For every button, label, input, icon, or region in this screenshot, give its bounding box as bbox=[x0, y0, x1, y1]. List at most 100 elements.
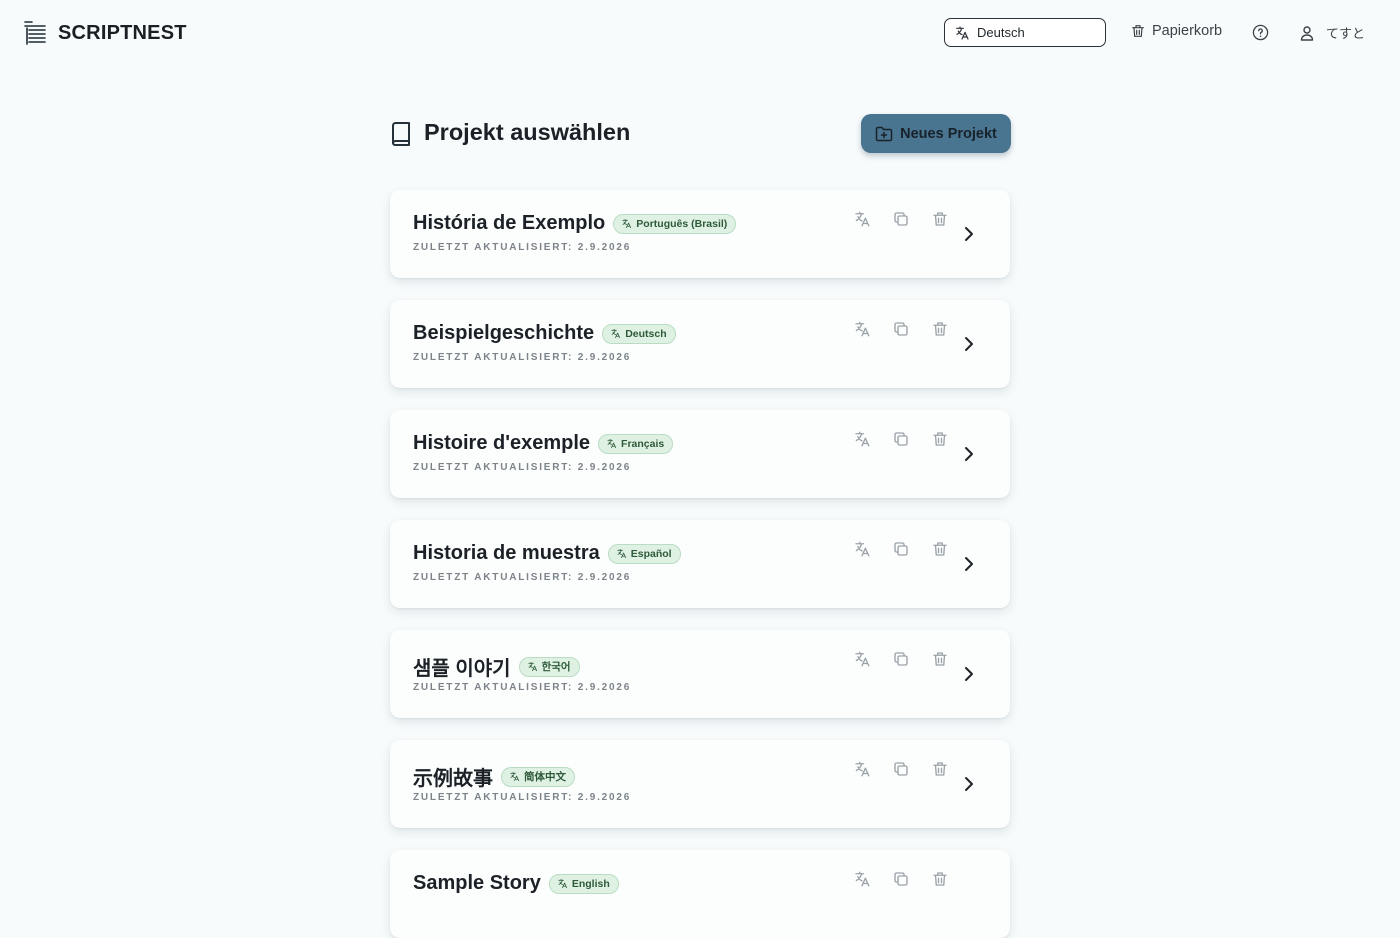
translate-icon bbox=[853, 650, 871, 668]
chevron-right-icon[interactable] bbox=[962, 336, 976, 352]
trash-button[interactable]: Papierkorb bbox=[1130, 22, 1222, 40]
new-project-button[interactable]: Neues Projekt bbox=[861, 114, 1011, 153]
chevron-right-icon[interactable] bbox=[962, 666, 976, 682]
copy-icon bbox=[892, 430, 910, 448]
trash-icon bbox=[931, 430, 949, 448]
translate-icon bbox=[853, 430, 871, 448]
translate-icon bbox=[853, 320, 871, 338]
help-circle-icon[interactable] bbox=[1252, 24, 1269, 41]
translate-icon bbox=[557, 878, 568, 889]
copy-icon bbox=[892, 870, 910, 888]
last-updated: ZULETZT AKTUALISIERT: 2.9.2026 bbox=[413, 792, 632, 803]
project-card[interactable]: Historia de muestra Español ZULETZT AKTU… bbox=[390, 520, 1010, 608]
language-badge-label: Français bbox=[621, 437, 665, 450]
last-updated: ZULETZT AKTUALISIERT: 2.9.2026 bbox=[413, 572, 632, 583]
project-card[interactable]: Histoire d'exemple Français ZULETZT AKTU… bbox=[390, 410, 1010, 498]
last-updated: ZULETZT AKTUALISIERT: 2.9.2026 bbox=[413, 682, 632, 693]
new-project-label: Neues Projekt bbox=[900, 125, 997, 142]
translate-icon bbox=[606, 438, 617, 449]
language-badge-label: 한국어 bbox=[541, 661, 571, 673]
user-name: てすと bbox=[1326, 26, 1366, 41]
delete-project-button[interactable] bbox=[931, 650, 949, 668]
delete-project-button[interactable] bbox=[931, 320, 949, 338]
last-updated: ZULETZT AKTUALISIERT: 2.9.2026 bbox=[413, 242, 632, 253]
delete-project-button[interactable] bbox=[931, 210, 949, 228]
duplicate-project-button[interactable] bbox=[892, 870, 910, 888]
chevron-right-icon[interactable] bbox=[962, 556, 976, 572]
duplicate-project-button[interactable] bbox=[892, 320, 910, 338]
translate-icon bbox=[616, 548, 627, 559]
language-badge: English bbox=[548, 873, 619, 894]
project-card[interactable]: Beispielgeschichte Deutsch ZULETZT AKTUA… bbox=[390, 300, 1010, 388]
trash-label: Papierkorb bbox=[1152, 23, 1223, 39]
language-badge-label: English bbox=[571, 877, 610, 890]
project-title: Historia de muestra bbox=[413, 542, 600, 564]
trash-icon bbox=[1130, 22, 1146, 40]
copy-icon bbox=[892, 760, 910, 778]
project-title: Histoire d'exemple bbox=[413, 432, 591, 454]
translate-icon bbox=[621, 218, 632, 229]
app-logo[interactable]: SCRIPTNEST bbox=[24, 20, 187, 46]
title-row: Projekt auswählen Neues Projekt bbox=[390, 114, 1011, 154]
last-updated: ZULETZT AKTUALISIERT: 2.9.2026 bbox=[413, 352, 632, 363]
chevron-right-icon[interactable] bbox=[962, 446, 976, 462]
trash-icon bbox=[931, 540, 949, 558]
duplicate-project-button[interactable] bbox=[892, 430, 910, 448]
translate-project-button[interactable] bbox=[853, 760, 871, 778]
language-badge-label: Deutsch bbox=[625, 327, 667, 340]
project-title: Sample Story bbox=[413, 872, 541, 894]
trash-icon bbox=[931, 870, 949, 888]
project-card[interactable]: 샘플 이야기 한국어 ZULETZT AKTUALISIERT: 2.9.202… bbox=[390, 630, 1010, 718]
copy-icon bbox=[892, 540, 910, 558]
language-badge: 简体中文 bbox=[501, 766, 575, 787]
language-select-value: Deutsch bbox=[977, 25, 1025, 40]
translate-project-button[interactable] bbox=[853, 210, 871, 228]
translate-icon bbox=[610, 328, 621, 339]
duplicate-project-button[interactable] bbox=[892, 210, 910, 228]
project-title: 샘플 이야기 bbox=[413, 658, 511, 680]
language-badge: Español bbox=[607, 543, 681, 564]
chevron-right-icon[interactable] bbox=[962, 776, 976, 792]
project-title: Beispielgeschichte bbox=[413, 322, 595, 344]
chevron-right-icon[interactable] bbox=[962, 226, 976, 242]
project-card[interactable]: Sample Story English bbox=[390, 850, 1010, 938]
delete-project-button[interactable] bbox=[931, 870, 949, 888]
translate-project-button[interactable] bbox=[853, 320, 871, 338]
translate-icon bbox=[527, 661, 538, 672]
language-badge: 한국어 bbox=[518, 656, 580, 677]
app-name: SCRIPTNEST bbox=[58, 21, 187, 44]
user-icon bbox=[1300, 25, 1314, 41]
language-badge-label: Español bbox=[630, 547, 672, 560]
delete-project-button[interactable] bbox=[931, 540, 949, 558]
project-card[interactable]: 示例故事 简体中文 ZULETZT AKTUALISIERT: 2.9.2026 bbox=[390, 740, 1010, 828]
delete-project-button[interactable] bbox=[931, 430, 949, 448]
translate-icon bbox=[954, 25, 970, 41]
translate-icon bbox=[853, 870, 871, 888]
project-title: História de Exemplo bbox=[413, 212, 606, 234]
language-badge-label: Português (Brasil) bbox=[636, 217, 728, 230]
duplicate-project-button[interactable] bbox=[892, 540, 910, 558]
translate-project-button[interactable] bbox=[853, 540, 871, 558]
last-updated: ZULETZT AKTUALISIERT: 2.9.2026 bbox=[413, 462, 632, 473]
trash-icon bbox=[931, 650, 949, 668]
translate-project-button[interactable] bbox=[853, 650, 871, 668]
copy-icon bbox=[892, 320, 910, 338]
translate-project-button[interactable] bbox=[853, 870, 871, 888]
copy-icon bbox=[892, 210, 910, 228]
language-badge: Português (Brasil) bbox=[613, 213, 737, 234]
folder-plus-icon bbox=[875, 126, 893, 141]
project-card[interactable]: História de Exemplo Português (Brasil) Z… bbox=[390, 190, 1010, 278]
language-select[interactable]: Deutsch bbox=[944, 18, 1106, 47]
trash-icon bbox=[931, 760, 949, 778]
language-badge: Deutsch bbox=[602, 323, 676, 344]
duplicate-project-button[interactable] bbox=[892, 760, 910, 778]
delete-project-button[interactable] bbox=[931, 760, 949, 778]
copy-icon bbox=[892, 650, 910, 668]
duplicate-project-button[interactable] bbox=[892, 650, 910, 668]
translate-project-button[interactable] bbox=[853, 430, 871, 448]
user-menu[interactable]: てすと bbox=[1300, 23, 1365, 42]
project-title: 示例故事 bbox=[413, 768, 493, 790]
trash-icon bbox=[931, 210, 949, 228]
book-icon bbox=[392, 122, 410, 146]
top-bar: SCRIPTNEST Deutsch Papierkorb てすと bbox=[0, 0, 1400, 66]
